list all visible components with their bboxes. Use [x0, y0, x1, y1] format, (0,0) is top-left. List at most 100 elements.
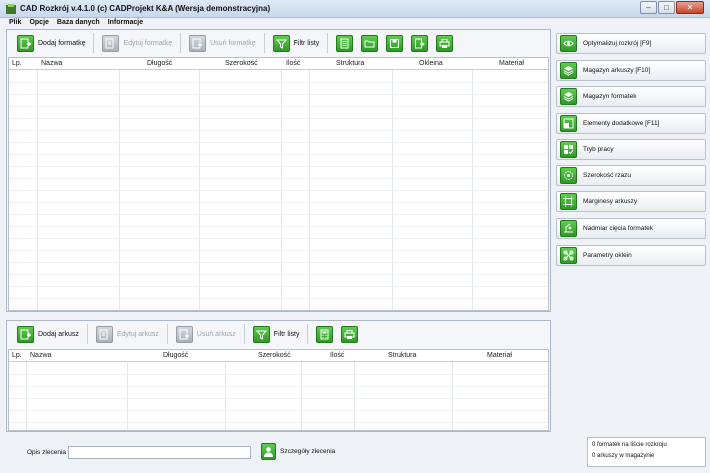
saw-blade-icon [560, 167, 577, 184]
toolbar-separator [327, 33, 329, 53]
col-ilosc[interactable]: Ilość [286, 60, 300, 67]
edit-icon [95, 325, 113, 343]
edit-formatka-label: Edytuj formatkę [123, 39, 173, 47]
open-button[interactable] [361, 33, 379, 53]
filter-formatki-button[interactable]: Filtr listy [272, 33, 319, 53]
side-button-4[interactable]: Elementy dodatkowe [F11] [556, 113, 706, 134]
col-szerokosc[interactable]: Szerokość [258, 352, 291, 359]
side-button-label: Marginesy arkuszy [583, 198, 638, 205]
order-description-label: Opis zlecenia [27, 449, 67, 456]
filter-icon [272, 34, 290, 52]
side-button-5[interactable]: Tryb pracy [556, 139, 706, 160]
side-button-6[interactable]: Szerokość rzazu [556, 165, 706, 186]
arkusze-table-header: Lp. Nazwa Długość Szerokość Ilość Strukt… [9, 350, 548, 362]
add-arkusz-label: Dodaj arkusz [38, 330, 79, 338]
close-button[interactable]: ✕ [676, 1, 704, 14]
export-button[interactable] [411, 33, 429, 53]
filter-icon [252, 325, 270, 343]
side-button-label: Elementy dodatkowe [F11] [583, 120, 660, 127]
edit-arkusz-button[interactable]: Edytuj arkusz [95, 324, 159, 344]
delete-arkusz-button[interactable]: Usuń arkusz [175, 324, 236, 344]
calculator-icon [316, 325, 334, 343]
status-arkusze-count: 0 arkuszy w magazynie [592, 453, 655, 459]
delete-icon [175, 325, 193, 343]
print-icon [436, 34, 454, 52]
status-formatki-count: 0 formatek na liście rozkroju [592, 442, 667, 448]
print-icon [341, 325, 359, 343]
col-szerokosc[interactable]: Szerokość [225, 60, 258, 67]
filter-arkusze-button[interactable]: Filtr listy [252, 324, 300, 344]
side-button-label: Parametry oklein [583, 252, 632, 259]
title-bar: CAD Rozkrój v.4.1.0 (c) CADProjekt K&A (… [0, 0, 710, 18]
delete-icon [189, 34, 207, 52]
menu-baza-danych[interactable]: Baza danych [57, 18, 100, 28]
col-nazwa[interactable]: Nazwa [41, 60, 62, 67]
side-button-label: Optymalizuj rozkrój [F9] [583, 40, 652, 47]
order-details-button[interactable]: Szczegóły zlecenia [261, 443, 335, 460]
col-nazwa[interactable]: Nazwa [30, 352, 51, 359]
col-struktura[interactable]: Struktura [336, 60, 364, 67]
calculator-button[interactable] [316, 324, 334, 344]
stack-icon [560, 62, 577, 79]
list-button[interactable] [336, 33, 354, 53]
edit-formatka-button[interactable]: Edytuj formatkę [102, 33, 172, 53]
menu-opcje[interactable]: Opcje [29, 18, 48, 28]
toolbar-separator [263, 33, 265, 53]
folder-open-icon [361, 34, 379, 52]
margins-icon [560, 193, 577, 210]
stack-icon [560, 88, 577, 105]
side-button-2[interactable]: Magazyn arkuszy [F10] [556, 60, 706, 81]
add-arkusz-button[interactable]: Dodaj arkusz [17, 324, 79, 344]
delete-formatka-label: Usuń formatkę [210, 39, 256, 47]
maximize-button[interactable]: □ [658, 1, 675, 14]
add-icon [17, 34, 34, 52]
cut-excess-icon [560, 220, 577, 237]
formatki-table[interactable]: Lp. Nazwa Długość Szerokość Ilość Strukt… [8, 57, 549, 311]
minimize-button[interactable]: – [640, 1, 657, 14]
col-okleina[interactable]: Okleina [419, 60, 443, 67]
app-logo-icon [6, 4, 16, 14]
col-dlugosc[interactable]: Długość [147, 60, 172, 67]
side-button-9[interactable]: Parametry oklein [556, 245, 706, 266]
formatki-panel: Dodaj formatkę Edytuj formatkę Usuń form… [6, 29, 551, 312]
print-button[interactable] [436, 33, 454, 53]
window-controls: – □ ✕ [640, 1, 704, 14]
list-icon [336, 34, 354, 52]
col-material[interactable]: Materiał [499, 60, 524, 67]
side-button-label: Magazyn formatek [583, 93, 637, 100]
menu-informacje[interactable]: Informacje [108, 18, 143, 28]
col-dlugosc[interactable]: Długość [163, 352, 188, 359]
order-bar: Opis zlecenia Szczegóły zlecenia [8, 437, 552, 467]
col-struktura[interactable]: Struktura [388, 352, 416, 359]
arkusze-table[interactable]: Lp. Nazwa Długość Szerokość Ilość Strukt… [8, 349, 549, 431]
col-lp[interactable]: Lp. [12, 352, 22, 359]
side-button-3[interactable]: Magazyn formatek [556, 86, 706, 107]
toolbar-separator [86, 324, 88, 344]
add-formatka-button[interactable]: Dodaj formatkę [17, 33, 85, 53]
col-material[interactable]: Materiał [487, 352, 512, 359]
order-details-label: Szczegóły zlecenia [280, 448, 336, 455]
side-button-7[interactable]: Marginesy arkuszy [556, 191, 706, 212]
filter-arkusze-label: Filtr listy [273, 330, 300, 338]
arkusze-toolbar: Dodaj arkusz Edytuj arkusz Usuń arkusz F… [7, 321, 550, 347]
toolbar-separator [243, 324, 245, 344]
side-button-label: Tryb pracy [583, 146, 614, 153]
menu-plik[interactable]: Plik [9, 18, 21, 28]
add-icon [17, 325, 34, 343]
side-button-8[interactable]: Nadmiar cięcia formatek [556, 218, 706, 239]
col-ilosc[interactable]: Ilość [330, 352, 344, 359]
toolbar-separator [93, 33, 95, 53]
save-button[interactable] [386, 33, 404, 53]
edging-params-icon [560, 247, 577, 264]
delete-formatka-button[interactable]: Usuń formatkę [189, 33, 256, 53]
elements-icon [560, 115, 577, 132]
order-description-input[interactable] [68, 446, 251, 459]
edit-icon [102, 34, 120, 52]
toolbar-separator [180, 33, 182, 53]
formatki-table-header: Lp. Nazwa Długość Szerokość Ilość Strukt… [9, 58, 548, 70]
side-button-label: Szerokość rzazu [583, 172, 632, 179]
print-arkusze-button[interactable] [341, 324, 359, 344]
edit-arkusz-label: Edytuj arkusz [116, 330, 159, 338]
col-lp[interactable]: Lp. [12, 60, 22, 67]
side-button-1[interactable]: Optymalizuj rozkrój [F9] [556, 33, 706, 54]
